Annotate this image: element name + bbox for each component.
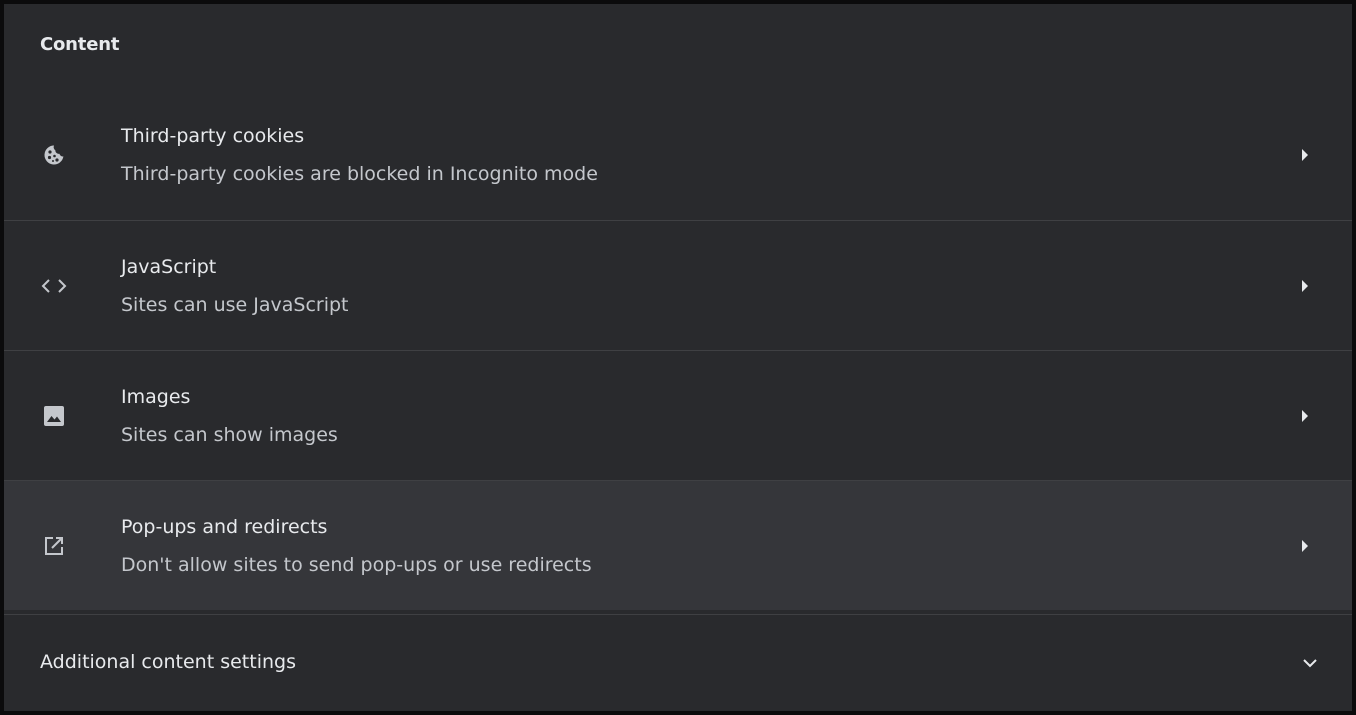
additional-content-settings-label: Additional content settings	[40, 651, 296, 673]
row-subtitle: Sites can use JavaScript	[121, 293, 349, 316]
popups-redirects-row[interactable]: Pop-ups and redirects Don't allow sites …	[4, 480, 1352, 610]
row-title: Images	[121, 385, 191, 408]
row-title: Third-party cookies	[121, 125, 305, 147]
row-subtitle: Third-party cookies are blocked in Incog…	[121, 163, 598, 185]
chevron-right-icon	[1298, 409, 1312, 423]
chevron-right-icon	[1298, 279, 1312, 293]
row-title: JavaScript	[121, 255, 217, 278]
content-settings-panel: Content Third-party cookies Third-party …	[4, 4, 1352, 711]
row-subtitle: Don't allow sites to send pop-ups or use…	[121, 553, 592, 576]
open-in-new-icon	[40, 532, 68, 560]
chevron-right-icon	[1298, 539, 1312, 553]
code-icon	[40, 272, 68, 300]
row-title: Pop-ups and redirects	[121, 515, 328, 538]
third-party-cookies-row[interactable]: Third-party cookies Third-party cookies …	[4, 90, 1352, 220]
row-subtitle: Sites can show images	[121, 423, 338, 446]
chevron-down-icon[interactable]	[1300, 653, 1320, 673]
section-title: Content	[40, 34, 120, 55]
chevron-right-icon	[1298, 148, 1312, 162]
javascript-row[interactable]: JavaScript Sites can use JavaScript	[4, 220, 1352, 350]
additional-content-settings[interactable]: Additional content settings	[4, 614, 1352, 711]
cookie-icon	[40, 141, 68, 169]
image-icon	[40, 402, 68, 430]
images-row[interactable]: Images Sites can show images	[4, 350, 1352, 480]
